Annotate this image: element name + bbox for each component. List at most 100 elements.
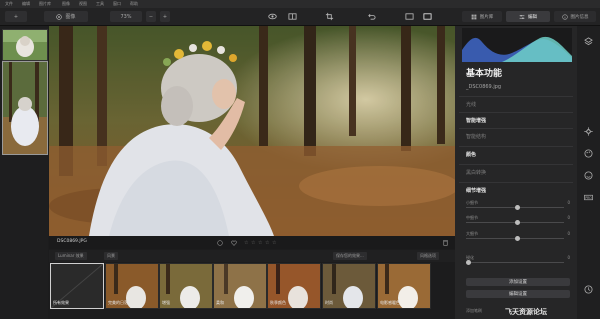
- looks-collection-dropdown[interactable]: Luminar 效果: [55, 252, 87, 260]
- zoom-in-button[interactable]: +: [160, 11, 170, 22]
- main-photo[interactable]: [49, 26, 455, 236]
- slider-sharpen[interactable]: 锐化 0: [466, 255, 570, 266]
- section-light[interactable]: 光线: [459, 96, 573, 112]
- filmstrip-view-icon[interactable]: [421, 11, 434, 22]
- slider-large-details[interactable]: 大细节 0: [466, 231, 570, 242]
- image-icon: [56, 13, 63, 20]
- looks-filter-label: 风景: [107, 253, 115, 258]
- slider-knob[interactable]: [515, 205, 520, 210]
- tab-edit[interactable]: 编辑: [506, 11, 550, 22]
- layers-icon[interactable]: [583, 36, 594, 47]
- trash-icon[interactable]: [442, 239, 449, 246]
- rating-star[interactable]: ☆: [244, 240, 248, 246]
- eye-icon[interactable]: [266, 11, 279, 22]
- add-label: +: [13, 13, 19, 20]
- zoom-value: 73%: [120, 13, 132, 20]
- zoom-minus-label: −: [148, 13, 154, 20]
- save-look-label: 保存您的效果...: [336, 253, 364, 258]
- section-label: 智能增强: [466, 118, 487, 124]
- look-tile[interactable]: 时尚: [322, 263, 376, 309]
- zoom-out-button[interactable]: −: [146, 11, 156, 22]
- edit-adjustment-label: 编辑设置: [509, 292, 527, 297]
- look-label: 电影感暖色: [380, 300, 400, 305]
- slider-label: 小细节: [466, 200, 478, 205]
- add-brush-label[interactable]: 添加笔刷: [466, 308, 482, 314]
- slider-value: 0: [567, 255, 570, 260]
- face-icon[interactable]: [583, 170, 594, 181]
- section-color[interactable]: 颜色: [459, 146, 573, 162]
- menu-tools[interactable]: 工具: [96, 1, 104, 7]
- menu-bar: 文件 编辑 图片库 图像 视图 工具 窗口 帮助: [0, 0, 600, 8]
- look-tile[interactable]: 所有效果: [50, 263, 104, 309]
- panel-filename: _DSC0869.jpg: [466, 84, 502, 90]
- zoom-plus-label: +: [162, 13, 168, 20]
- menu-help[interactable]: 帮助: [130, 1, 138, 7]
- zoom-dropdown[interactable]: 73%: [110, 11, 142, 22]
- look-label: 时尚: [325, 300, 333, 305]
- history-icon[interactable]: [583, 284, 594, 295]
- pro-icon[interactable]: PRO: [583, 192, 594, 203]
- compare-icon[interactable]: [286, 11, 299, 22]
- add-adjustment-label: 添加设置: [509, 280, 527, 285]
- sliders-icon: [519, 14, 525, 19]
- section-details[interactable]: 细节增强: [459, 182, 573, 198]
- section-smart-structure[interactable]: 智能结构: [459, 128, 573, 144]
- look-tile[interactable]: 增强: [159, 263, 213, 309]
- tab-edit-label: 编辑: [528, 14, 537, 20]
- single-view-icon[interactable]: [403, 11, 416, 22]
- slider-label: 中细节: [466, 215, 478, 220]
- tab-info[interactable]: 图片信息: [554, 11, 596, 22]
- slider-track[interactable]: [466, 262, 564, 263]
- slider-knob[interactable]: [515, 220, 520, 225]
- palette-icon[interactable]: [583, 148, 594, 159]
- sun-icon[interactable]: [583, 126, 594, 137]
- thumbnail-selected[interactable]: [2, 61, 48, 155]
- slider-knob[interactable]: [515, 236, 520, 241]
- look-label: 柔和: [216, 300, 224, 305]
- look-tile[interactable]: 完美的日落: [105, 263, 159, 309]
- slider-knob[interactable]: [466, 260, 471, 265]
- menu-window[interactable]: 窗口: [113, 1, 121, 7]
- look-tile[interactable]: 电影感暖色: [377, 263, 431, 309]
- thumbnail-image: [3, 30, 47, 60]
- slider-value: 0: [567, 231, 570, 236]
- thumbnail-image: [3, 62, 47, 154]
- slider-small-details[interactable]: 小细节 0: [466, 200, 570, 211]
- histogram-graph: [462, 36, 572, 62]
- section-label: 智能结构: [466, 134, 487, 140]
- look-label: 完美的日落: [108, 300, 128, 305]
- look-tile[interactable]: 秋季颜色: [267, 263, 321, 309]
- crop-icon[interactable]: [323, 11, 336, 22]
- section-bw[interactable]: 黑白转换: [459, 164, 573, 180]
- thumbnail[interactable]: [2, 29, 48, 61]
- tab-library[interactable]: 图片库: [462, 11, 502, 22]
- section-smart-enhance[interactable]: 智能增强: [459, 112, 573, 128]
- tab-info-label: 图片信息: [570, 14, 589, 20]
- filmstrip-panel: [0, 26, 48, 319]
- heart-icon[interactable]: [231, 240, 237, 246]
- menu-file[interactable]: 文件: [5, 1, 13, 7]
- menu-view[interactable]: 视图: [79, 1, 87, 7]
- look-options-button[interactable]: 风格选项: [417, 252, 439, 260]
- rating-star[interactable]: ☆: [265, 240, 269, 246]
- menu-library[interactable]: 图片库: [39, 1, 51, 7]
- edit-adjustment-button[interactable]: 编辑设置: [466, 290, 570, 298]
- menu-image[interactable]: 图像: [62, 1, 70, 7]
- looks-filter-dropdown[interactable]: 风景: [104, 252, 118, 260]
- add-photos-button[interactable]: +: [5, 11, 27, 22]
- add-adjustment-button[interactable]: 添加设置: [466, 278, 570, 286]
- slider-medium-details[interactable]: 中细节 0: [466, 215, 570, 226]
- undo-icon[interactable]: [365, 11, 378, 22]
- save-look-button[interactable]: 保存您的效果...: [333, 252, 367, 260]
- slider-value: 0: [567, 200, 570, 205]
- section-label: 颜色: [466, 152, 477, 158]
- photo-canvas: [49, 26, 455, 236]
- look-label: 所有效果: [53, 300, 69, 305]
- look-tile[interactable]: 柔和: [213, 263, 267, 309]
- image-view-button[interactable]: 图像: [44, 11, 88, 22]
- menu-edit[interactable]: 编辑: [22, 1, 30, 7]
- rating-star[interactable]: ☆: [272, 240, 276, 246]
- rating-star[interactable]: ☆: [258, 240, 262, 246]
- rating-star[interactable]: ☆: [251, 240, 255, 246]
- reject-icon[interactable]: [217, 240, 223, 246]
